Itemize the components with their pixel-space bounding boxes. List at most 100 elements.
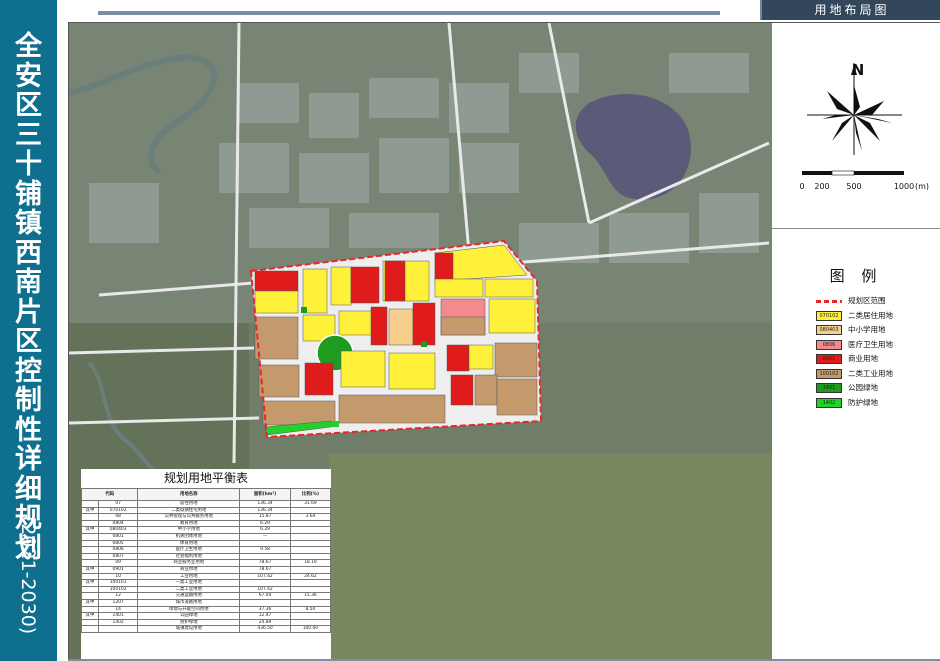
table-row: 其中 1401 公园绿地 12.47 bbox=[81, 612, 332, 620]
legend-swatch: 1401 bbox=[816, 383, 842, 393]
table-row: 12 交通运输用地 67.04 15.36 bbox=[81, 592, 332, 600]
table-row: 0801 机关团体用地 — bbox=[81, 532, 332, 541]
legend-swatch: 100102 bbox=[816, 368, 842, 379]
table-cell: 其中 bbox=[81, 565, 99, 574]
table-cell: 绿地与开敞空间用地 bbox=[137, 605, 241, 614]
table-cell bbox=[81, 500, 99, 508]
table-cell bbox=[81, 572, 99, 581]
table-cell: 二类城镇住宅用地 bbox=[137, 506, 241, 515]
col-area: 面积(hm²) bbox=[239, 488, 291, 501]
table-row: 0804 教育用地 6.29 bbox=[81, 519, 332, 528]
table-cell: 其中 bbox=[81, 526, 99, 534]
legend-swatch bbox=[816, 300, 842, 303]
title-bar: 全安区三十铺镇西南片区控制性详细规划 (2021-2030) bbox=[0, 0, 57, 661]
table-cell: 12.47 bbox=[239, 612, 291, 620]
table-cell: 07 bbox=[97, 500, 139, 508]
legend-item: 100102 二类工业用地 bbox=[816, 368, 936, 380]
legend-label: 商业用地 bbox=[848, 354, 878, 363]
wind-rose-icon bbox=[822, 85, 892, 151]
table-cell: 体育用地 bbox=[137, 539, 241, 548]
table-cell: 136.34 bbox=[239, 500, 291, 508]
farmland-area bbox=[329, 453, 773, 660]
table-cell: 3.64 bbox=[289, 513, 332, 521]
table-cell: 工业用地 bbox=[137, 572, 241, 581]
table-cell: 一类工业用地 bbox=[137, 579, 241, 587]
table-cell: 1401 bbox=[97, 612, 139, 620]
table-cell: 公共管理与公共服务用地 bbox=[137, 513, 241, 521]
table-cell bbox=[81, 585, 99, 594]
table-cell bbox=[289, 526, 332, 534]
table-cell bbox=[81, 605, 99, 614]
table-cell: 136.34 bbox=[239, 506, 291, 515]
table-cell: 24.62 bbox=[289, 572, 332, 581]
legend-swatch: 0901 bbox=[816, 354, 842, 364]
scale-label-200: 200 bbox=[814, 182, 829, 191]
table-row: 1402 防护绿地 24.89 bbox=[81, 618, 332, 627]
table-row: 其中 070102 二类城镇住宅用地 136.34 bbox=[81, 506, 332, 515]
table-row: 0806 医疗卫生用地 9.58 bbox=[81, 546, 332, 554]
table-cell: 6.29 bbox=[239, 519, 291, 528]
legend-item: 规划区范围 bbox=[816, 295, 936, 307]
table-cell: 6.29 bbox=[239, 526, 291, 534]
compass-scale-box: N 0 200 500 1000 (m) bbox=[772, 23, 940, 229]
table-cell: 居住用地 bbox=[137, 500, 241, 508]
top-decor-line bbox=[98, 11, 720, 15]
table-cell bbox=[81, 519, 99, 528]
table-cell bbox=[289, 598, 332, 607]
table-cell: 0806 bbox=[97, 546, 139, 554]
scale-unit: (m) bbox=[915, 182, 929, 191]
table-cell bbox=[289, 546, 332, 554]
table-cell: 100102 bbox=[97, 585, 139, 594]
table-cell bbox=[239, 579, 291, 587]
table-cell: 防护绿地 bbox=[137, 618, 241, 627]
table-cell: 1207 bbox=[97, 598, 139, 607]
table-cell bbox=[81, 539, 99, 548]
table-cell bbox=[289, 552, 332, 561]
table-cell: 12 bbox=[97, 592, 139, 600]
table-cell bbox=[239, 598, 291, 607]
table-cell: 1402 bbox=[97, 618, 139, 627]
compass-rose: N 0 200 500 1000 (m) bbox=[799, 61, 929, 191]
table-cell: 其中 bbox=[81, 506, 99, 515]
table-cell: 二类工业用地 bbox=[137, 585, 241, 594]
table-cell bbox=[81, 532, 99, 541]
legend-label: 中小学用地 bbox=[848, 325, 886, 334]
table-row: 其中 1207 城市道路用地 bbox=[81, 598, 332, 607]
table-cell: 78.67 bbox=[239, 565, 291, 574]
table-cell bbox=[81, 546, 99, 554]
plan-years: (2021-2030) bbox=[17, 515, 40, 635]
side-panel: N 0 200 500 1000 (m) 图 例 规划区范围 070102 二类… bbox=[772, 22, 940, 660]
table-cell bbox=[289, 612, 332, 620]
table-cell: 其中 bbox=[81, 598, 99, 607]
land-balance-rows: 07 居住用地 136.34 31.69 其中 070102 二类城镇住宅用地 136.34 0… bbox=[81, 500, 332, 633]
table-cell: 医疗卫生用地 bbox=[137, 546, 241, 554]
land-balance-table: 代码 用地名称 面积(hm²) 比例(%) 07 居住用地 136.34 31.69 其… bbox=[80, 488, 332, 633]
table-cell bbox=[289, 565, 332, 574]
table-cell bbox=[239, 539, 291, 548]
table-cell bbox=[289, 519, 332, 528]
legend-title: 图 例 bbox=[829, 267, 883, 285]
table-cell bbox=[289, 532, 332, 541]
table-cell bbox=[81, 625, 99, 633]
table-row: 其中 100101 一类工业用地 bbox=[81, 579, 332, 587]
legend-label: 防护绿地 bbox=[848, 397, 878, 407]
scale-label-1000: 1000 bbox=[894, 182, 914, 191]
table-cell: 100.00 bbox=[289, 625, 332, 633]
table-cell bbox=[97, 625, 139, 633]
table-row: 14 绿地与开敞空间用地 37.36 8.50 bbox=[81, 605, 332, 614]
table-cell: 09 bbox=[97, 559, 139, 567]
legend-label: 医疗卫生用地 bbox=[848, 339, 893, 349]
table-row: 07 居住用地 136.34 31.69 bbox=[81, 500, 332, 508]
col-name: 用地名称 bbox=[137, 488, 241, 501]
table-cell: 城市道路用地 bbox=[137, 598, 241, 607]
table-cell: 商业服务业用地 bbox=[137, 559, 241, 567]
table-cell: 14 bbox=[97, 605, 139, 614]
plan-years-wrap: (2021-2030) bbox=[0, 500, 57, 650]
legend-item: 0901 商业用地 bbox=[816, 353, 936, 365]
table-cell bbox=[289, 579, 332, 587]
table-cell: 67.04 bbox=[239, 592, 291, 600]
table-row: 0807 社会福利用地 bbox=[81, 552, 332, 561]
legend-label: 二类居住用地 bbox=[848, 310, 893, 320]
land-use-map[interactable]: 规划用地平衡表 代码 用地名称 面积(hm²) 比例(%) 07 居住用地 136.… bbox=[68, 22, 774, 661]
legend-label: 二类工业用地 bbox=[848, 368, 893, 378]
